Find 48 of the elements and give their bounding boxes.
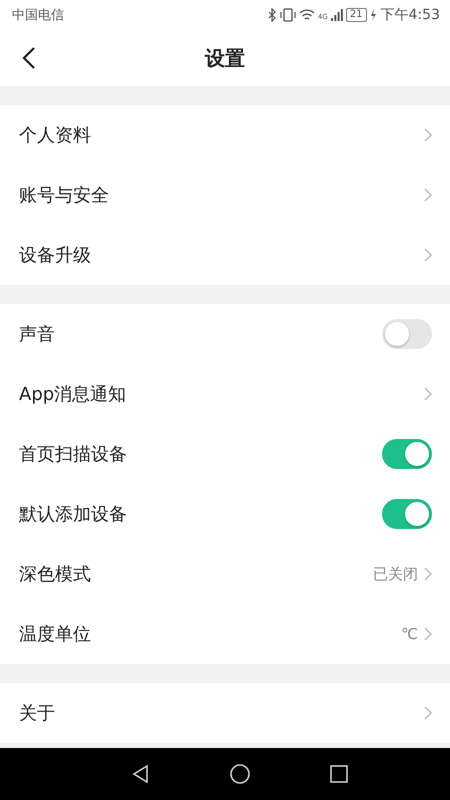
recents-nav-button[interactable] [329, 764, 349, 784]
settings-row[interactable]: 温度单位 ℃ [0, 604, 450, 664]
row-label: 账号与安全 [19, 184, 109, 207]
toggle-switch[interactable] [382, 319, 432, 349]
chevron-icon [424, 387, 432, 401]
row-label: 温度单位 [19, 623, 91, 646]
charging-icon [370, 8, 376, 22]
row-label: 深色模式 [19, 563, 91, 586]
back-icon [22, 46, 36, 70]
row-value: 已关闭 [373, 564, 418, 584]
triangle-icon [131, 764, 151, 784]
bluetooth-icon [266, 8, 277, 22]
settings-row[interactable]: 首页扫描设备 [0, 424, 450, 484]
battery-level: 21 [346, 8, 367, 22]
row-label: 首页扫描设备 [19, 443, 127, 466]
settings-row[interactable]: 声音 [0, 304, 450, 364]
square-icon [329, 764, 349, 784]
chevron-icon [424, 706, 432, 720]
row-label: 个人资料 [19, 124, 91, 147]
chevron-icon [424, 188, 432, 202]
wifi-icon [298, 8, 315, 22]
circle-icon [229, 763, 251, 785]
chevron-icon [424, 128, 432, 142]
signal-icon [330, 8, 343, 22]
row-label: 关于 [19, 702, 55, 725]
chevron-icon [424, 627, 432, 641]
row-label: 设备升级 [19, 244, 91, 267]
row-label: 默认添加设备 [19, 503, 127, 526]
toggle-switch[interactable] [382, 499, 432, 529]
back-nav-button[interactable] [131, 764, 151, 784]
row-label: App消息通知 [19, 383, 126, 406]
settings-row[interactable]: 默认添加设备 [0, 484, 450, 544]
home-nav-button[interactable] [229, 763, 251, 785]
settings-row[interactable]: 关于 [0, 683, 450, 743]
settings-row[interactable]: 深色模式 已关闭 [0, 544, 450, 604]
page-title: 设置 [205, 44, 245, 72]
settings-row[interactable]: 个人资料 [0, 105, 450, 165]
settings-row[interactable]: App消息通知 [0, 364, 450, 424]
clock: 下午4:53 [380, 6, 440, 24]
toggle-switch[interactable] [382, 439, 432, 469]
row-value: ℃ [401, 625, 418, 643]
chevron-icon [424, 567, 432, 581]
settings-row[interactable]: 设备升级 [0, 225, 450, 285]
chevron-icon [424, 248, 432, 262]
vibrate-icon [280, 8, 296, 22]
settings-row[interactable]: 账号与安全 [0, 165, 450, 225]
carrier-name: 中国电信 [12, 7, 64, 24]
row-label: 声音 [19, 323, 55, 346]
